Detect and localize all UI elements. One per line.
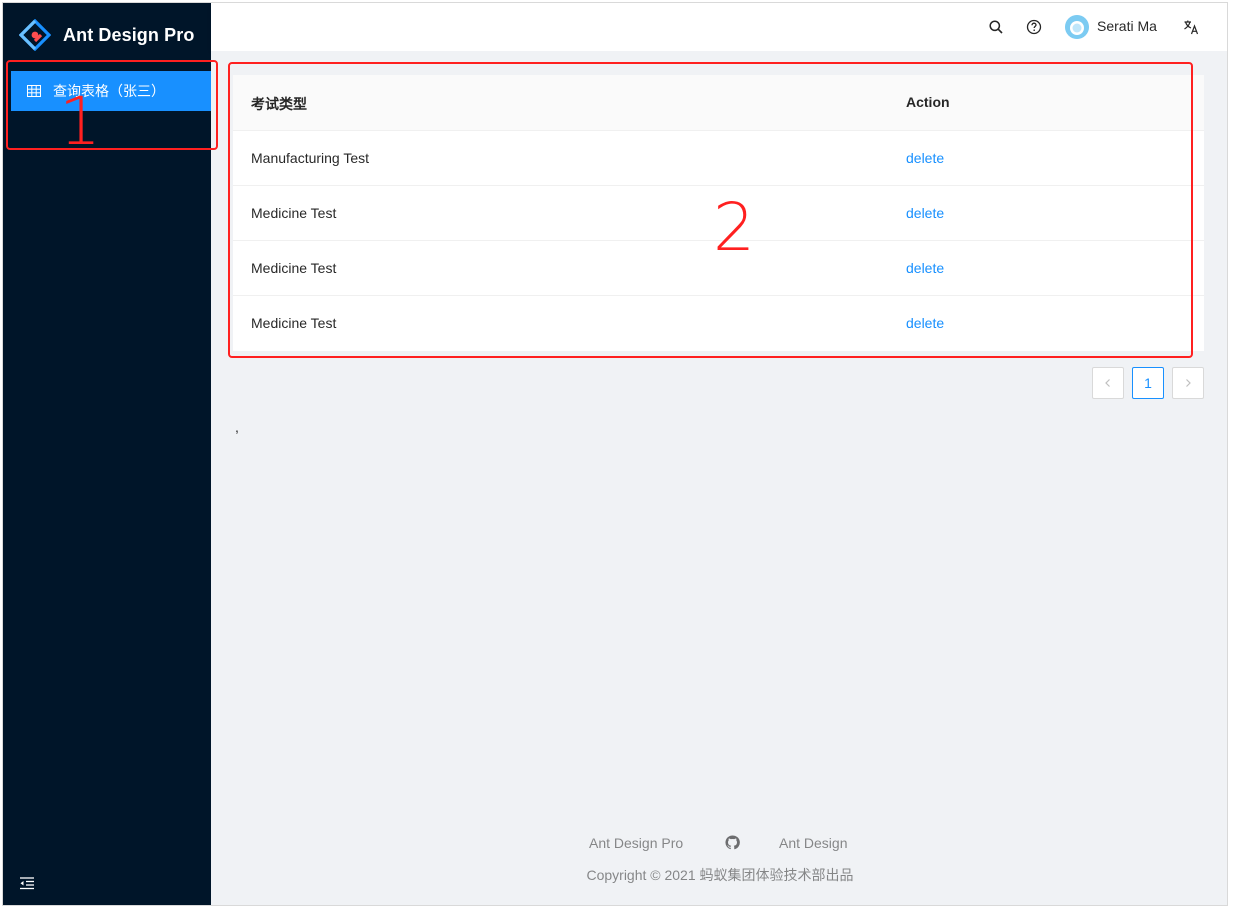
top-header: Serati Ma xyxy=(211,3,1227,51)
ant-design-logo-icon xyxy=(19,19,51,51)
prev-page-button[interactable] xyxy=(1092,367,1124,399)
menu-fold-icon[interactable] xyxy=(19,875,35,891)
question-circle-icon[interactable] xyxy=(1026,19,1042,35)
annotation-box-1 xyxy=(6,60,218,150)
user-name[interactable]: Serati Ma xyxy=(1097,18,1157,34)
github-icon[interactable] xyxy=(725,835,740,850)
brand-title: Ant Design Pro xyxy=(63,24,195,45)
annotation-box-2 xyxy=(228,62,1193,358)
app-window: Ant Design Pro 查询表格（张三） Serati Ma 考试类型 A… xyxy=(2,2,1228,906)
next-page-button[interactable] xyxy=(1172,367,1204,399)
copyright-text: Copyright © 2021 蚂蚁集团体验技术部出品 xyxy=(586,867,854,883)
chevron-right-icon xyxy=(1186,379,1191,387)
global-footer: Ant Design Pro Ant Design Copyright © 20… xyxy=(211,831,1227,883)
translation-icon[interactable] xyxy=(1183,19,1199,35)
footer-link-ant-design[interactable]: Ant Design xyxy=(779,835,847,851)
search-icon[interactable] xyxy=(988,19,1004,35)
footer-link-ant-design-pro[interactable]: Ant Design Pro xyxy=(589,835,683,851)
brand-logo[interactable]: Ant Design Pro xyxy=(19,17,194,53)
avatar-image-icon xyxy=(1065,15,1089,39)
stray-text: , xyxy=(235,419,239,435)
chevron-left-icon xyxy=(1105,379,1110,387)
page-1-button[interactable]: 1 xyxy=(1132,367,1164,399)
annotation-number-2: 2 xyxy=(713,189,755,266)
page-number: 1 xyxy=(1144,375,1152,391)
footer-links: Ant Design Pro Ant Design xyxy=(211,831,1227,855)
annotation-number-1: 1 xyxy=(59,83,101,160)
avatar[interactable] xyxy=(1065,15,1089,39)
